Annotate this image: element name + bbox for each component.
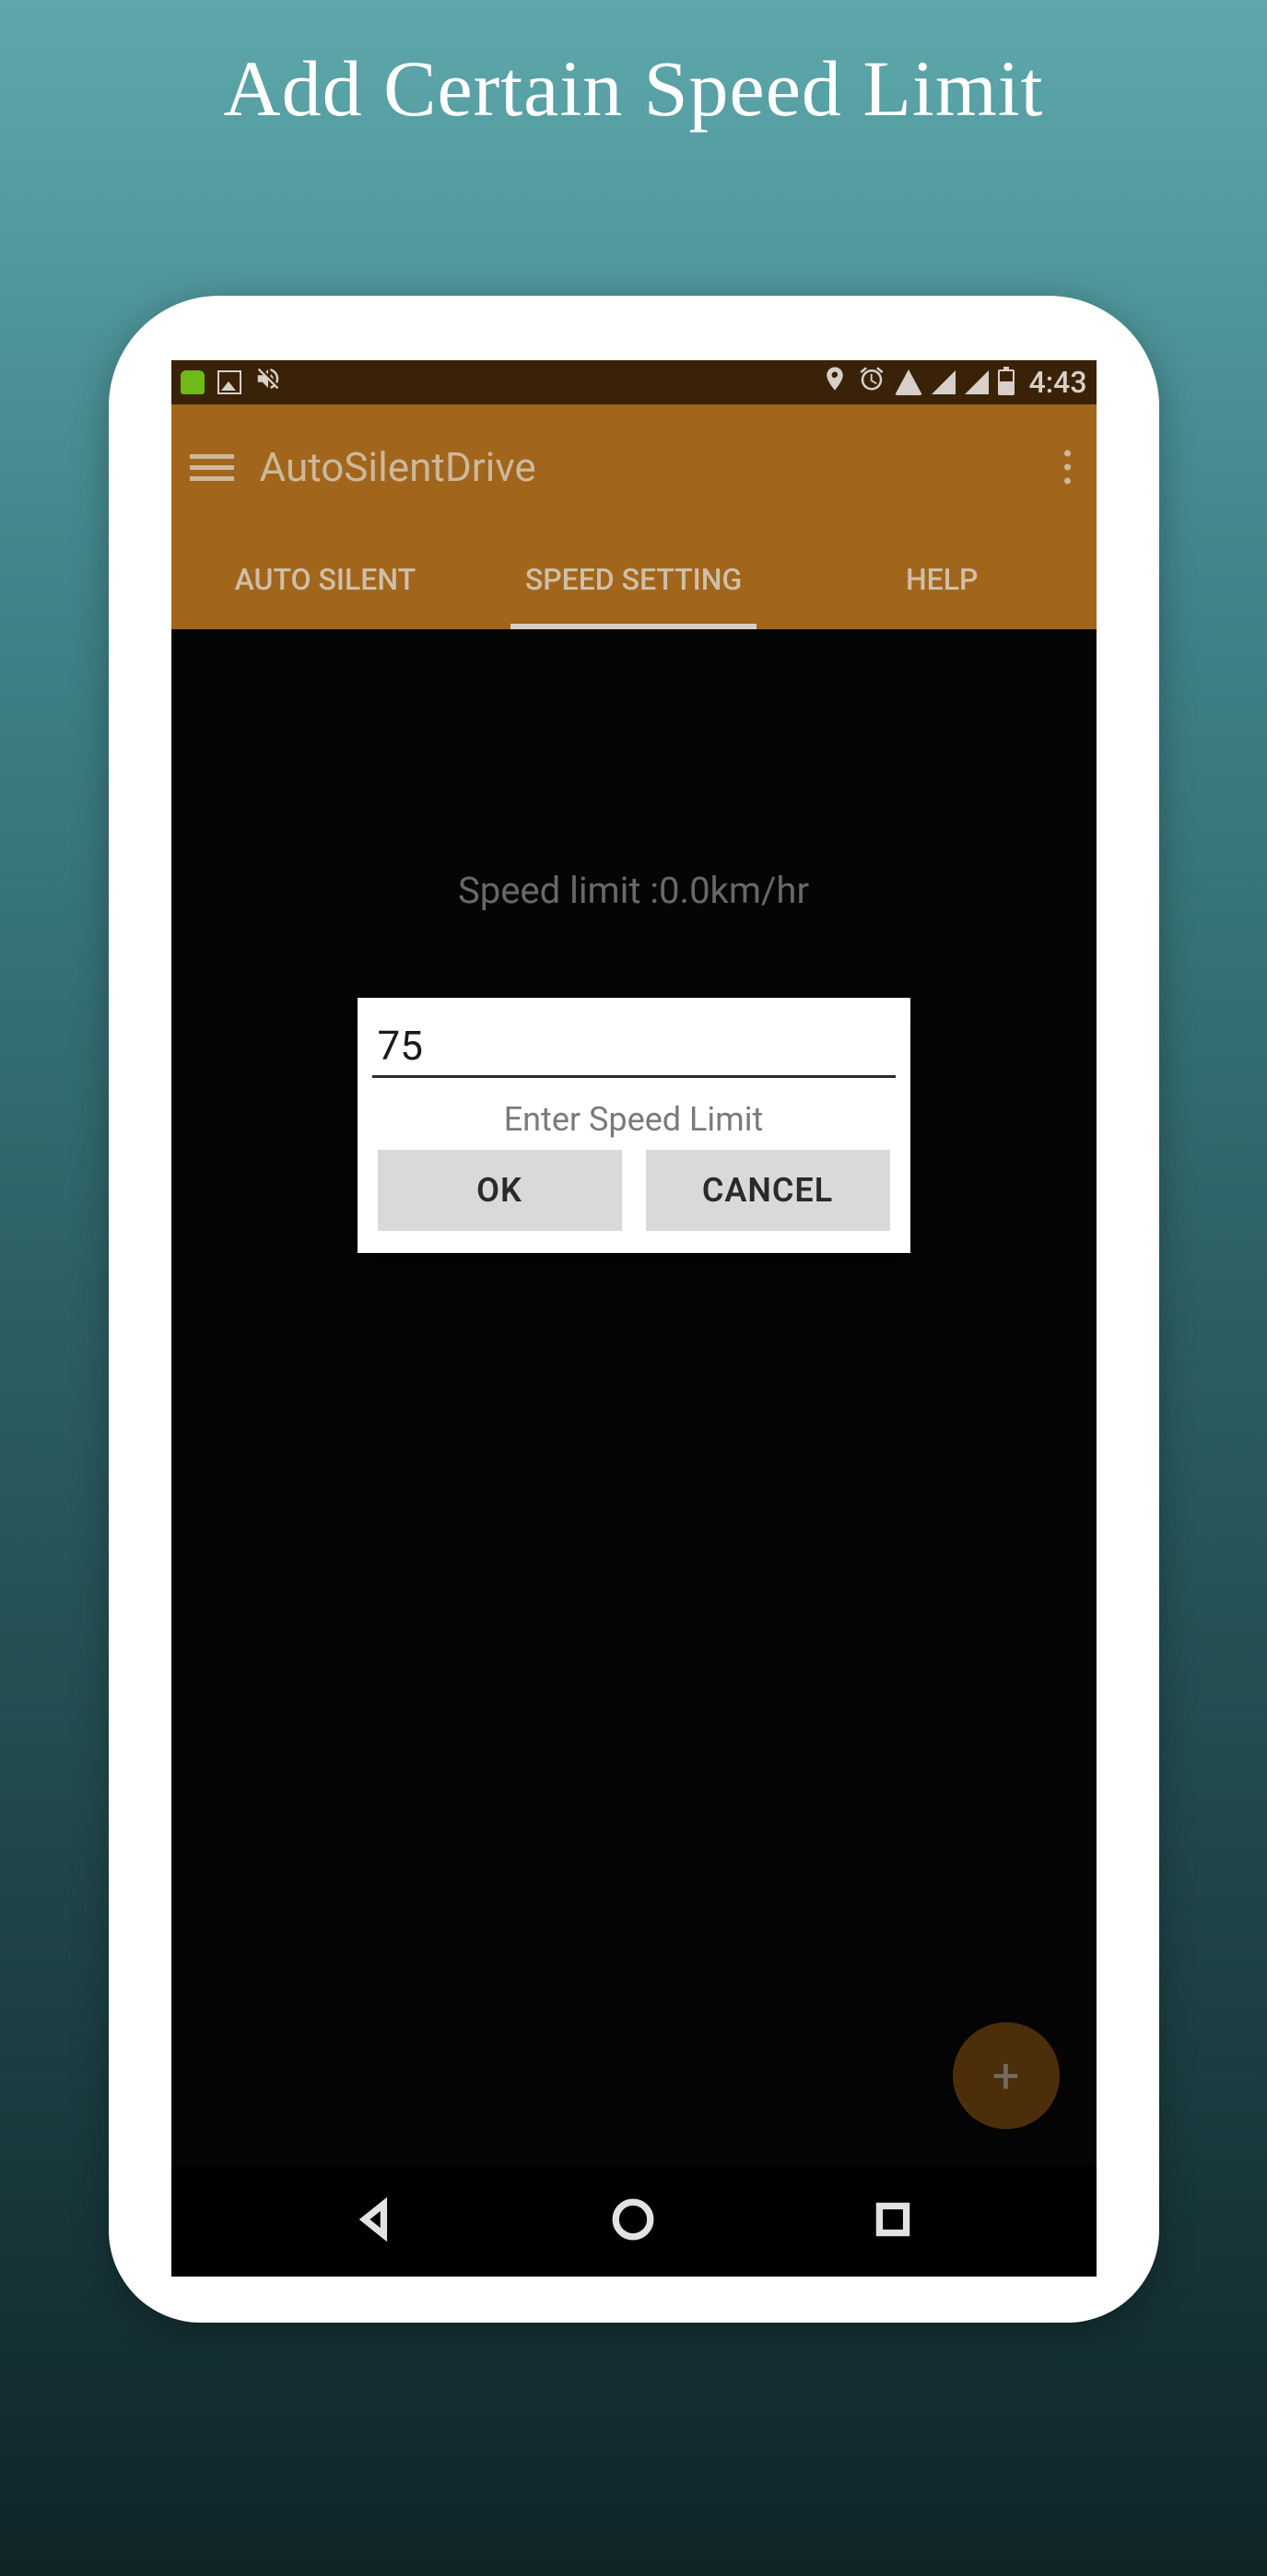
home-icon[interactable]	[610, 2196, 656, 2246]
picture-icon	[217, 370, 241, 394]
hamburger-icon[interactable]	[190, 448, 234, 487]
tabs: AUTO SILENT SPEED SETTING HELP	[171, 530, 1097, 629]
speed-limit-dialog: Enter Speed Limit OK CANCEL	[358, 998, 910, 1253]
status-time: 4:43	[1029, 365, 1087, 400]
app-title: AutoSilentDrive	[260, 443, 536, 491]
tab-auto-silent[interactable]: AUTO SILENT	[171, 530, 480, 629]
signal-icon-1	[932, 370, 956, 394]
signal-icon-2	[965, 370, 989, 394]
battery-icon	[998, 369, 1015, 395]
ok-button[interactable]: OK	[378, 1150, 622, 1231]
cancel-button[interactable]: CANCEL	[646, 1150, 890, 1231]
tab-speed-setting[interactable]: SPEED SETTING	[479, 530, 788, 629]
android-icon	[181, 370, 205, 394]
promo-title: Add Certain Speed Limit	[0, 42, 1267, 135]
location-icon	[821, 365, 849, 400]
dialog-hint: Enter Speed Limit	[372, 1100, 896, 1139]
screen: 4:43 AutoSilentDrive AUTO SILENT SPEED S…	[171, 360, 1097, 2277]
speed-input[interactable]	[372, 1013, 896, 1078]
status-bar: 4:43	[171, 360, 1097, 404]
more-icon[interactable]	[1064, 451, 1071, 485]
tab-help[interactable]: HELP	[788, 530, 1097, 629]
recent-icon[interactable]	[870, 2196, 916, 2246]
device-frame: 4:43 AutoSilentDrive AUTO SILENT SPEED S…	[109, 296, 1159, 2323]
speed-limit-label: Speed limit :0.0km/hr	[171, 869, 1097, 912]
back-icon[interactable]	[351, 2196, 397, 2246]
alarm-icon	[858, 365, 886, 400]
content-area: Speed limit :0.0km/hr Enter Speed Limit …	[171, 629, 1097, 2166]
mute-icon	[254, 365, 282, 400]
fab-add-button[interactable]: +	[953, 2022, 1060, 2129]
nav-bar	[171, 2166, 1097, 2277]
dim-overlay	[171, 629, 1097, 2166]
wifi-icon	[895, 369, 922, 395]
app-bar: AutoSilentDrive	[171, 404, 1097, 530]
